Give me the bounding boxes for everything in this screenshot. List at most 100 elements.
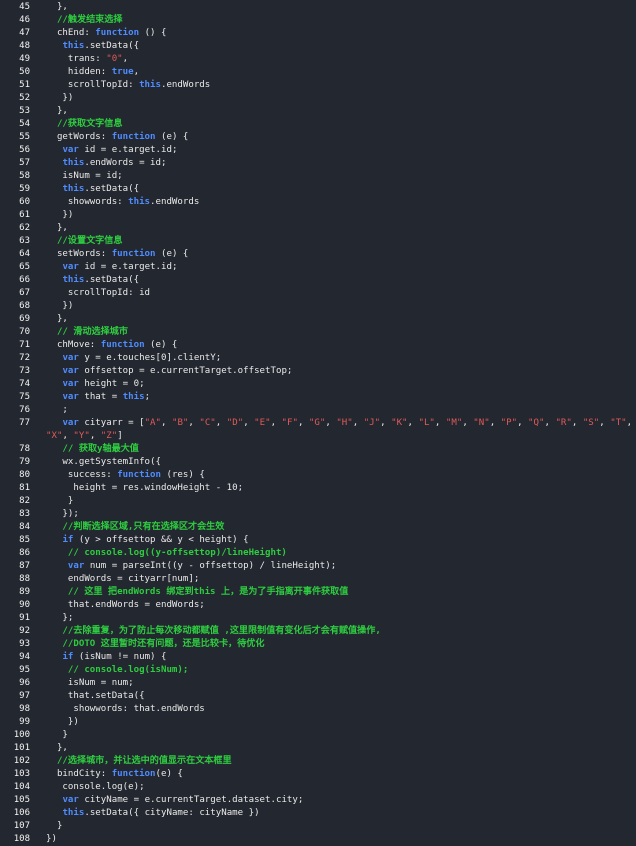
code-token: , <box>325 418 337 428</box>
code-line[interactable]: // console.log((y-offsettop)/lineHeight) <box>46 547 287 560</box>
code-line[interactable]: that.endWords = endWords; <box>46 599 205 612</box>
code-line[interactable]: }; <box>46 612 73 625</box>
code-line[interactable]: var id = e.target.id; <box>46 144 177 157</box>
line-number: 46 <box>19 15 30 25</box>
code-line[interactable]: this.setData({ cityName: cityName }) <box>46 807 259 820</box>
code-line[interactable]: if (isNum != num) { <box>46 651 166 664</box>
code-line[interactable]: endWords = cityarr[num]; <box>46 573 199 586</box>
keyword-token: var <box>67 561 85 571</box>
code-line[interactable]: //获取文字信息 <box>46 118 123 131</box>
code-line[interactable]: // console.log(isNum); <box>46 664 188 677</box>
code-line[interactable]: chMove: function (e) { <box>46 339 177 352</box>
code-line[interactable]: showwords: this.endWords <box>46 196 199 209</box>
code-line[interactable]: var id = e.target.id; <box>46 261 177 274</box>
code-line[interactable]: //去除重复，为了防止每次移动都赋值 ,这里限制值有变化后才会有赋值操作, <box>46 625 380 638</box>
code-line[interactable]: } <box>46 495 73 508</box>
code-line[interactable]: }, <box>46 1 68 14</box>
code-line[interactable]: var offsettop = e.currentTarget.offsetTo… <box>46 365 292 378</box>
code-line[interactable]: }) <box>46 716 79 729</box>
code-line[interactable]: height = res.windowHeight - 10; <box>46 482 243 495</box>
code-token: , <box>517 418 529 428</box>
string-token: "P" <box>500 418 518 428</box>
code-line[interactable]: }, <box>46 313 68 326</box>
code-line[interactable]: var num = parseInt((y - offsettop) / lin… <box>46 560 336 573</box>
code-line[interactable]: var cityarr = ["A", "B", "C", "D", "E", … <box>46 417 636 430</box>
code-token: , <box>297 418 309 428</box>
code-line[interactable]: bindCity: function(e) { <box>46 768 183 781</box>
code-line[interactable]: "X", "Y", "Z"] <box>46 430 123 443</box>
code-line[interactable]: }); <box>46 508 78 521</box>
code-line[interactable]: // 这里 把endWords 绑定到this 上，是为了手指离开事件获取值 <box>46 586 348 599</box>
code-line[interactable]: }) <box>46 300 73 313</box>
line-number: 99 <box>19 717 30 727</box>
code-line[interactable]: wx.getSystemInfo({ <box>46 456 161 469</box>
code-line[interactable]: chEnd: function () { <box>46 27 167 40</box>
code-line[interactable]: setWords: function (e) { <box>46 248 188 261</box>
code-line[interactable]: }) <box>46 833 57 846</box>
code-token: .setData({ <box>84 41 140 51</box>
code-line[interactable]: } <box>46 729 67 742</box>
code-editor[interactable]: 45 46 47 48 49 50 51 52 53 54 55 56 57 58 59 60 61 62 63 64… <box>0 0 636 844</box>
line-number: 69 <box>19 314 30 324</box>
code-line[interactable]: getWords: function (e) { <box>46 131 188 144</box>
code-token: }) <box>46 834 57 844</box>
keyword-token: var <box>62 795 79 805</box>
code-token: }; <box>46 613 74 623</box>
code-line[interactable]: this.endWords = id; <box>46 157 166 170</box>
code-line[interactable]: showwords: that.endWords <box>46 703 204 716</box>
code-line[interactable]: //选择城市，并让选中的值显示在文本框里 <box>46 755 232 768</box>
line-number: 83 <box>19 509 30 519</box>
code-line[interactable]: //DOTO 这里暂时还有问题，还是比较卡，待优化 <box>46 638 264 651</box>
code-line[interactable]: success: function (res) { <box>46 469 205 482</box>
keyword-token: this <box>128 197 151 207</box>
code-line[interactable]: // 滑动选择城市 <box>46 326 128 339</box>
code-line[interactable]: this.setData({ <box>46 183 139 196</box>
code-line[interactable]: console.log(e); <box>46 781 144 794</box>
code-token: .endWords = id; <box>84 158 167 168</box>
code-line[interactable]: }) <box>46 92 73 105</box>
code-line[interactable]: // 获取y轴最大值 <box>46 443 138 456</box>
code-line[interactable]: isNum = num; <box>46 677 134 690</box>
code-line[interactable]: if (y > offsettop && y < height) { <box>46 534 248 547</box>
string-token: "Q" <box>528 418 545 428</box>
code-line[interactable]: //触发结束选择 <box>46 14 123 27</box>
code-token: (isNum != num) { <box>73 652 167 662</box>
code-token: endWords = cityarr[num]; <box>46 574 200 584</box>
code-line[interactable]: } <box>46 820 63 833</box>
code-line[interactable]: //判断选择区域,只有在选择区才会生效 <box>46 521 224 534</box>
code-line[interactable]: hidden: true, <box>46 66 139 79</box>
code-line[interactable]: }, <box>46 105 68 118</box>
code-line[interactable]: var height = 0; <box>46 378 144 391</box>
code-token: , <box>352 418 364 428</box>
comment-token: //触发结束选择 <box>46 15 123 25</box>
code-line[interactable]: that.setData({ <box>46 690 145 703</box>
code-token: trans: <box>46 54 107 64</box>
code-line[interactable]: scrollTopId: id <box>46 287 150 300</box>
line-number: 98 <box>19 704 30 714</box>
line-number: 68 <box>19 301 30 311</box>
line-number: 86 <box>19 548 30 558</box>
code-line[interactable]: var y = e.touches[0].clientY; <box>46 352 221 365</box>
code-line[interactable]: }) <box>46 209 73 222</box>
code-line[interactable]: var cityName = e.currentTarget.dataset.c… <box>46 794 303 807</box>
code-line[interactable]: scrollTopId: this.endWords <box>46 79 210 92</box>
code-line[interactable]: var that = this; <box>46 391 150 404</box>
code-line[interactable]: this.setData({ <box>46 274 139 287</box>
code-line[interactable]: }, <box>46 742 68 755</box>
code-line[interactable]: isNum = id; <box>46 170 122 183</box>
code-line[interactable]: //设置文字信息 <box>46 235 123 248</box>
string-token: "R" <box>555 418 572 428</box>
code-line[interactable]: this.setData({ <box>46 40 139 53</box>
line-number: 45 <box>19 2 30 12</box>
code-token: bindCity: <box>46 769 112 779</box>
keyword-token: var <box>62 353 79 363</box>
code-line[interactable]: }, <box>46 222 68 235</box>
line-number: 59 <box>19 184 30 194</box>
line-number: 103 <box>13 769 30 779</box>
code-line[interactable]: trans: "0", <box>46 53 128 66</box>
code-line[interactable]: ; <box>46 404 67 417</box>
